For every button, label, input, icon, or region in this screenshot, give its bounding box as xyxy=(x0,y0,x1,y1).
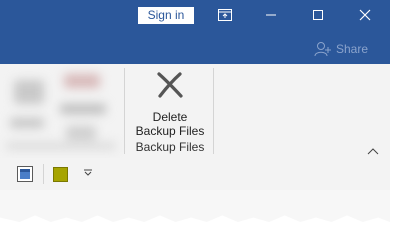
sign-in-button[interactable]: Sign in xyxy=(138,7,194,24)
delete-label-line1: Delete xyxy=(152,110,188,124)
backup-files-group-label: Backup Files xyxy=(135,140,205,154)
collapse-ribbon-button[interactable] xyxy=(367,142,383,155)
group-separator xyxy=(213,68,214,154)
document-area xyxy=(0,190,390,222)
share-label: Share xyxy=(336,42,369,56)
minimize-icon xyxy=(266,14,276,16)
color-swatch-icon[interactable] xyxy=(53,167,68,182)
share-button[interactable]: Share xyxy=(314,40,368,58)
share-person-icon xyxy=(314,42,331,57)
app-window: Sign in Share Delete Backup Files Backup… xyxy=(0,0,390,222)
maximize-button[interactable] xyxy=(305,4,331,26)
maximize-icon xyxy=(313,10,323,20)
ribbon-display-options-button[interactable] xyxy=(212,4,238,26)
blurred-ribbon-groups xyxy=(0,64,124,158)
customize-dropdown-icon[interactable] xyxy=(83,169,93,177)
ribbon: Delete Backup Files Backup Files xyxy=(0,64,390,159)
delete-backup-files-button[interactable]: Delete Backup Files xyxy=(130,70,210,138)
minimize-button[interactable] xyxy=(258,4,284,26)
delete-backup-files-label: Delete Backup Files xyxy=(130,110,210,138)
title-bar: Sign in Share xyxy=(0,0,390,64)
ribbon-display-options-icon xyxy=(218,9,232,21)
quick-access-toolbar xyxy=(0,158,390,190)
close-icon xyxy=(359,9,371,21)
x-delete-icon xyxy=(157,72,183,98)
delete-label-line2: Backup Files xyxy=(135,124,205,138)
qat-separator xyxy=(43,164,44,184)
close-button[interactable] xyxy=(352,4,378,26)
chevron-up-icon xyxy=(367,148,379,155)
view-layout-icon[interactable] xyxy=(17,166,33,182)
group-separator xyxy=(124,68,125,154)
